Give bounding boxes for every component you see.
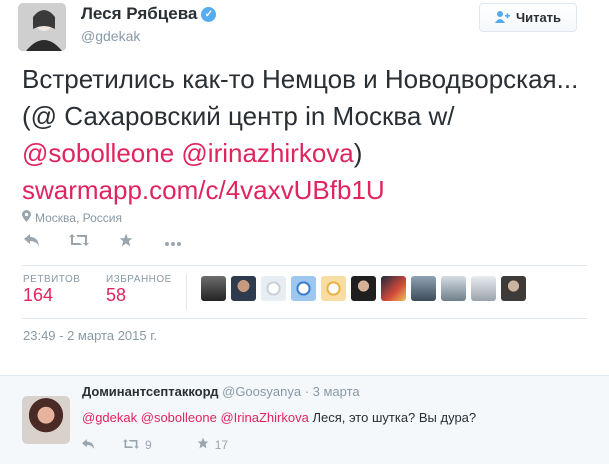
divider (22, 265, 587, 266)
tweet-actions (22, 233, 183, 252)
tweet-location[interactable]: Москва, Россия (22, 210, 122, 225)
retweets-label: РЕТВИТОВ (23, 274, 81, 285)
divider (0, 375, 609, 376)
star-icon[interactable] (116, 233, 136, 252)
user-avatar[interactable] (501, 276, 526, 301)
verified-badge-icon: ✓ (201, 7, 217, 22)
follow-button[interactable]: Читать (479, 3, 577, 32)
retweet-icon[interactable] (123, 438, 139, 452)
stats-divider (186, 274, 187, 310)
author-handle[interactable]: @gdekak (81, 28, 140, 44)
mention-gdekak[interactable]: @gdekak (82, 410, 137, 425)
tweet-text: Встретились как-то Немцов и Новодворская… (22, 64, 579, 205)
retweet-icon[interactable] (69, 233, 89, 252)
default-egg-avatar[interactable] (291, 276, 316, 301)
reply-date[interactable]: 3 марта (313, 384, 360, 399)
author-name[interactable]: Леся Рябцева ✓ (81, 4, 217, 24)
location-text: Москва, Россия (35, 210, 122, 225)
reply-icon[interactable] (82, 438, 95, 452)
mention-sobolleone[interactable]: @sobolleone (22, 138, 174, 168)
reply-text: @gdekak @sobolleone @IrinaZhirkova Леся,… (82, 410, 477, 425)
reply-header: Доминантсептаккорд @Goosyanya · 3 марта (82, 384, 360, 399)
user-avatar[interactable] (351, 276, 376, 301)
follow-button-label: Читать (515, 10, 562, 25)
add-user-icon (494, 10, 510, 26)
favoriter-avatars (201, 276, 526, 301)
retweets-value: 164 (23, 285, 54, 305)
mention-irinazhirkova[interactable]: @IrinaZhirkova (220, 410, 308, 425)
user-avatar[interactable] (201, 276, 226, 301)
retweets-stat[interactable]: РЕТВИТОВ 164 (23, 274, 80, 306)
default-egg-avatar[interactable] (321, 276, 346, 301)
reply-favorite-count: 17 (214, 437, 229, 452)
reply-actions: 9 17 (82, 437, 228, 452)
star-icon[interactable] (197, 437, 209, 452)
favorites-value: 58 (106, 285, 127, 305)
author-avatar[interactable] (18, 3, 66, 51)
user-avatar[interactable] (441, 276, 466, 301)
tweet-url-link[interactable]: swarmapp.com/c/4vaxvUBfb1U (22, 175, 385, 205)
tweet-timestamp[interactable]: 23:49 - 2 марта 2015 г. (23, 328, 157, 343)
location-pin-icon (22, 210, 31, 225)
user-avatar[interactable] (231, 276, 256, 301)
reply-author-name[interactable]: Доминантсептаккорд (82, 384, 219, 399)
favorites-label: ИЗБРАННОЕ (106, 274, 172, 285)
mention-irinazhirkova[interactable]: @irinazhirkova (181, 138, 353, 168)
reply-author-avatar[interactable] (22, 396, 70, 444)
divider (22, 318, 587, 319)
more-icon[interactable] (163, 233, 183, 252)
user-avatar[interactable] (471, 276, 496, 301)
mention-sobolleone[interactable]: @sobolleone (141, 410, 217, 425)
favorites-stat[interactable]: ИЗБРАННОЕ 58 (106, 274, 172, 306)
reply-icon[interactable] (22, 233, 42, 252)
default-egg-avatar[interactable] (261, 276, 286, 301)
user-avatar[interactable] (411, 276, 436, 301)
user-avatar[interactable] (381, 276, 406, 301)
reply-author-handle[interactable]: @Goosyanya (222, 384, 301, 399)
reply-retweet-count: 9 (145, 437, 152, 452)
